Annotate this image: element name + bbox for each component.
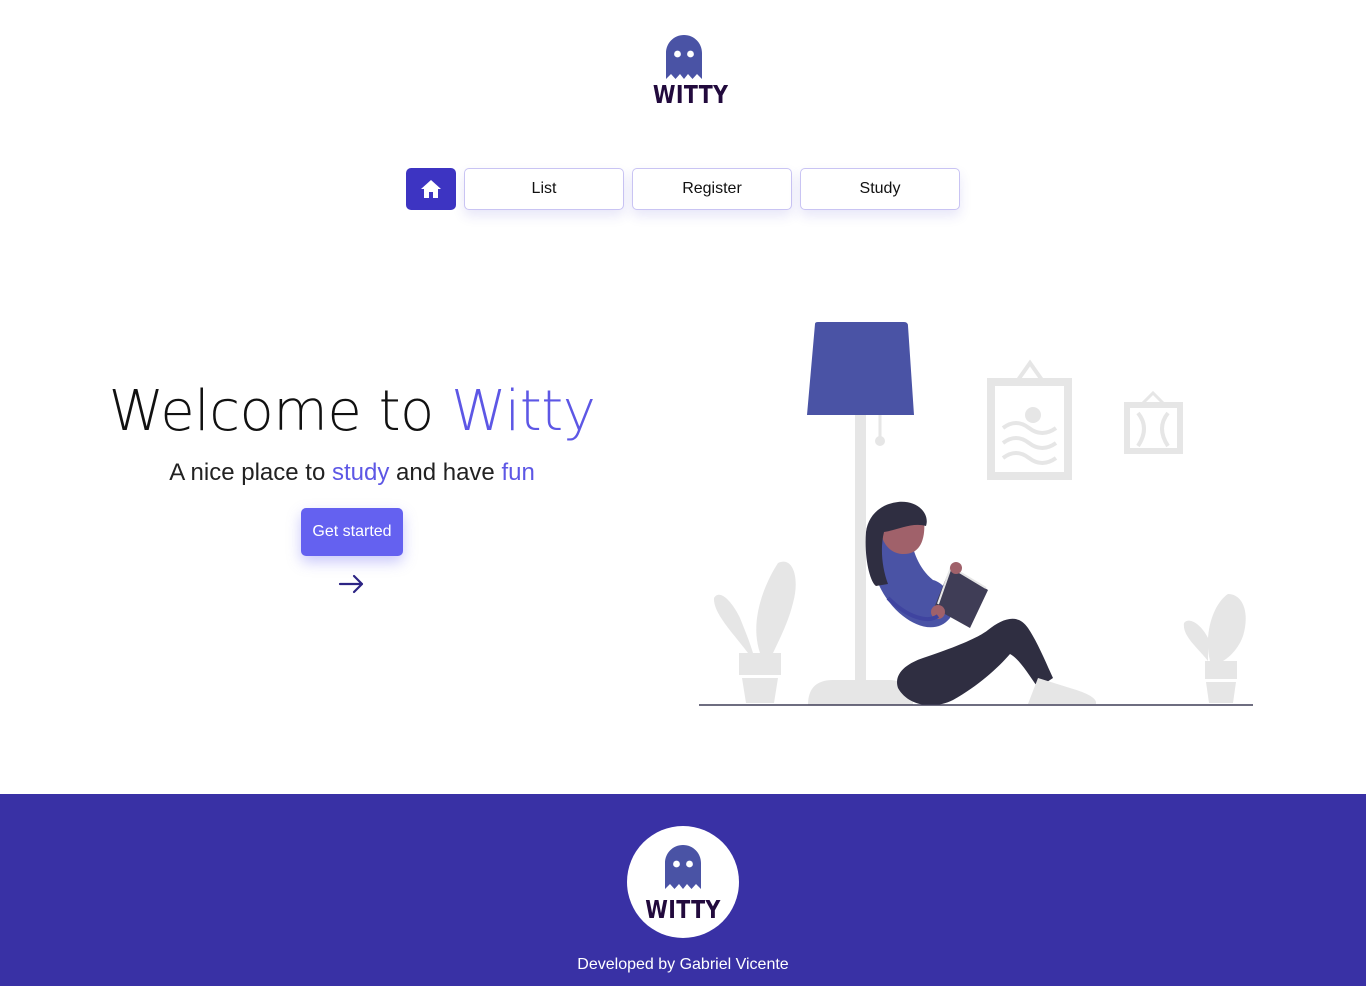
plant-left bbox=[713, 561, 796, 703]
hero: Welcome to Witty A nice place to study a… bbox=[100, 380, 604, 601]
frame-sun bbox=[1025, 407, 1041, 423]
footer-logo-text: WITTY bbox=[645, 895, 721, 924]
subtitle-text-1: A nice place to bbox=[169, 459, 332, 486]
footer: WITTY Developed by Gabriel Vicente bbox=[0, 794, 1366, 986]
nav-register-button[interactable]: Register bbox=[632, 168, 792, 210]
subtitle-accent-study: study bbox=[331, 459, 390, 486]
get-started-button[interactable]: Get started bbox=[301, 508, 403, 556]
subtitle-text-2: and have bbox=[389, 459, 502, 486]
hero-title: Welcome to Witty bbox=[100, 380, 604, 444]
woman-reading bbox=[865, 501, 1097, 706]
home-icon bbox=[421, 180, 441, 198]
plant-right bbox=[1183, 594, 1246, 703]
arrow-right-icon[interactable] bbox=[337, 572, 367, 596]
reading-woman-illustration bbox=[699, 322, 1253, 706]
home-button[interactable] bbox=[406, 168, 456, 210]
picture-frame-small bbox=[1124, 390, 1183, 454]
ghost-icon bbox=[666, 35, 702, 79]
ghost-icon bbox=[665, 845, 701, 889]
nav-study-button[interactable]: Study bbox=[800, 168, 960, 210]
main-nav: List Register Study bbox=[406, 168, 960, 210]
footer-credit: Developed by Gabriel Vicente bbox=[577, 956, 789, 973]
logo[interactable]: WITTY bbox=[646, 34, 729, 109]
logo-text: WITTY bbox=[652, 80, 729, 109]
hero-title-accent: Witty bbox=[451, 379, 596, 444]
nav-list-button[interactable]: List bbox=[464, 168, 624, 210]
hero-subtitle: A nice place to study and have fun bbox=[100, 458, 604, 488]
subtitle-accent-fun: fun bbox=[501, 459, 535, 486]
hero-title-prefix: Welcome to bbox=[108, 379, 452, 444]
footer-logo[interactable]: WITTY bbox=[627, 826, 739, 938]
